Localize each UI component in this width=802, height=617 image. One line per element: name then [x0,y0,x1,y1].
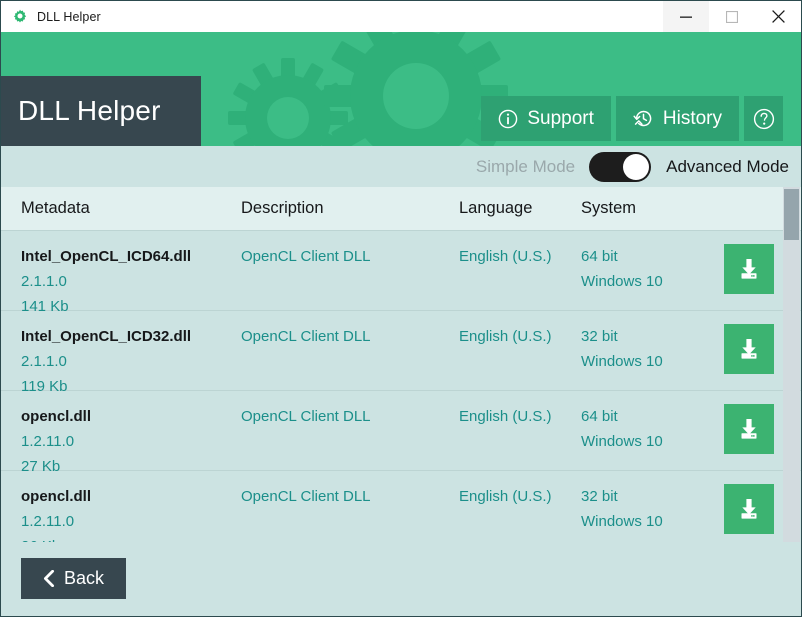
download-icon [736,416,762,442]
download-icon [736,256,762,282]
history-button[interactable]: History [615,96,739,141]
cell-system: 32 bit Windows 10 [581,324,663,374]
file-language: English (U.S.) [459,488,552,505]
cell-metadata: Intel_OpenCL_ICD32.dll 2.1.1.0 119 Kb [21,324,191,399]
download-button[interactable] [724,404,774,454]
file-description: OpenCL Client DLL [241,408,371,425]
maximize-icon [726,10,738,23]
file-os: Windows 10 [581,433,663,450]
cell-language: English (U.S.) [459,484,552,509]
column-header-system[interactable]: System [581,199,636,218]
support-label: Support [527,107,594,129]
minimize-icon [680,16,692,18]
file-description: OpenCL Client DLL [241,328,371,345]
close-icon [771,10,785,23]
file-os: Windows 10 [581,513,663,530]
cell-language: English (U.S.) [459,404,552,429]
column-header-language[interactable]: Language [459,199,532,218]
file-arch: 64 bit [581,408,618,425]
cell-description: OpenCL Client DLL [241,404,371,429]
file-version: 1.2.11.0 [21,513,75,530]
back-button[interactable]: Back [21,558,126,599]
file-arch: 32 bit [581,328,618,345]
cell-description: OpenCL Client DLL [241,244,371,269]
cell-metadata: Intel_OpenCL_ICD64.dll 2.1.1.0 141 Kb [21,244,191,319]
history-label: History [662,107,722,129]
file-version: 1.2.11.0 [21,433,75,450]
column-header-metadata[interactable]: Metadata [21,199,90,218]
file-name: opencl.dll [21,488,92,505]
download-icon [736,336,762,362]
table-row[interactable]: Intel_OpenCL_ICD32.dll 2.1.1.0 119 Kb Op… [1,311,801,395]
brand-block: DLL Helper [1,76,201,146]
app-header: DLL Helper Support History [1,32,801,146]
results-table: Metadata Description Language System Int… [1,187,801,542]
close-button[interactable] [755,1,801,32]
file-language: English (U.S.) [459,328,552,345]
mode-toggle-switch[interactable] [589,151,652,182]
file-name: Intel_OpenCL_ICD64.dll [21,248,192,265]
cell-language: English (U.S.) [459,244,552,269]
app-window: DLL Helper DLL Helper Support History Si… [0,0,802,617]
download-button[interactable] [724,324,774,374]
chevron-left-icon [43,570,55,587]
download-icon [736,496,762,522]
cell-description: OpenCL Client DLL [241,484,371,509]
scrollbar-thumb[interactable] [784,189,799,240]
column-header-description[interactable]: Description [241,199,324,218]
minimize-button[interactable] [663,1,709,32]
table-row[interactable]: Intel_OpenCL_ICD64.dll 2.1.1.0 141 Kb Op… [1,231,801,315]
file-language: English (U.S.) [459,408,552,425]
window-controls [663,1,801,32]
cell-metadata: opencl.dll 1.2.11.0 26 Kb [21,484,91,542]
simple-mode-label[interactable]: Simple Mode [476,157,575,177]
maximize-button[interactable] [709,1,755,32]
file-version: 2.1.1.0 [21,273,67,290]
file-size: 26 Kb [21,534,91,542]
history-clock-icon [633,108,654,129]
toggle-knob [623,153,650,180]
vertical-scrollbar[interactable] [783,187,800,542]
download-button[interactable] [724,244,774,294]
download-button[interactable] [724,484,774,534]
cell-metadata: opencl.dll 1.2.11.0 27 Kb [21,404,91,479]
cell-system: 64 bit Windows 10 [581,404,663,454]
file-name: opencl.dll [21,408,92,425]
cell-system: 64 bit Windows 10 [581,244,663,294]
file-description: OpenCL Client DLL [241,488,371,505]
cell-system: 32 bit Windows 10 [581,484,663,534]
brand-title: DLL Helper [18,95,161,126]
table-row[interactable]: opencl.dll 1.2.11.0 27 Kb OpenCL Client … [1,391,801,475]
question-circle-icon [753,108,775,130]
file-language: English (U.S.) [459,248,552,265]
file-description: OpenCL Client DLL [241,248,371,265]
cell-description: OpenCL Client DLL [241,324,371,349]
file-arch: 64 bit [581,248,618,265]
file-arch: 32 bit [581,488,618,505]
support-button[interactable]: Support [481,96,611,141]
gear-icon [12,9,28,25]
help-button[interactable] [744,96,783,141]
advanced-mode-label[interactable]: Advanced Mode [666,157,789,177]
window-title: DLL Helper [37,9,101,24]
table-row[interactable]: opencl.dll 1.2.11.0 26 Kb OpenCL Client … [1,471,801,542]
footer-bar: Back [1,542,801,616]
table-header-row: Metadata Description Language System [1,187,801,231]
file-os: Windows 10 [581,353,663,370]
header-actions: Support History [481,96,783,141]
file-version: 2.1.1.0 [21,353,67,370]
title-bar: DLL Helper [1,1,801,32]
cell-language: English (U.S.) [459,324,552,349]
info-circle-icon [498,109,518,129]
back-label: Back [63,568,105,588]
file-os: Windows 10 [581,273,663,290]
file-name: Intel_OpenCL_ICD32.dll [21,328,192,345]
mode-toggle-bar: Simple Mode Advanced Mode [1,146,801,187]
